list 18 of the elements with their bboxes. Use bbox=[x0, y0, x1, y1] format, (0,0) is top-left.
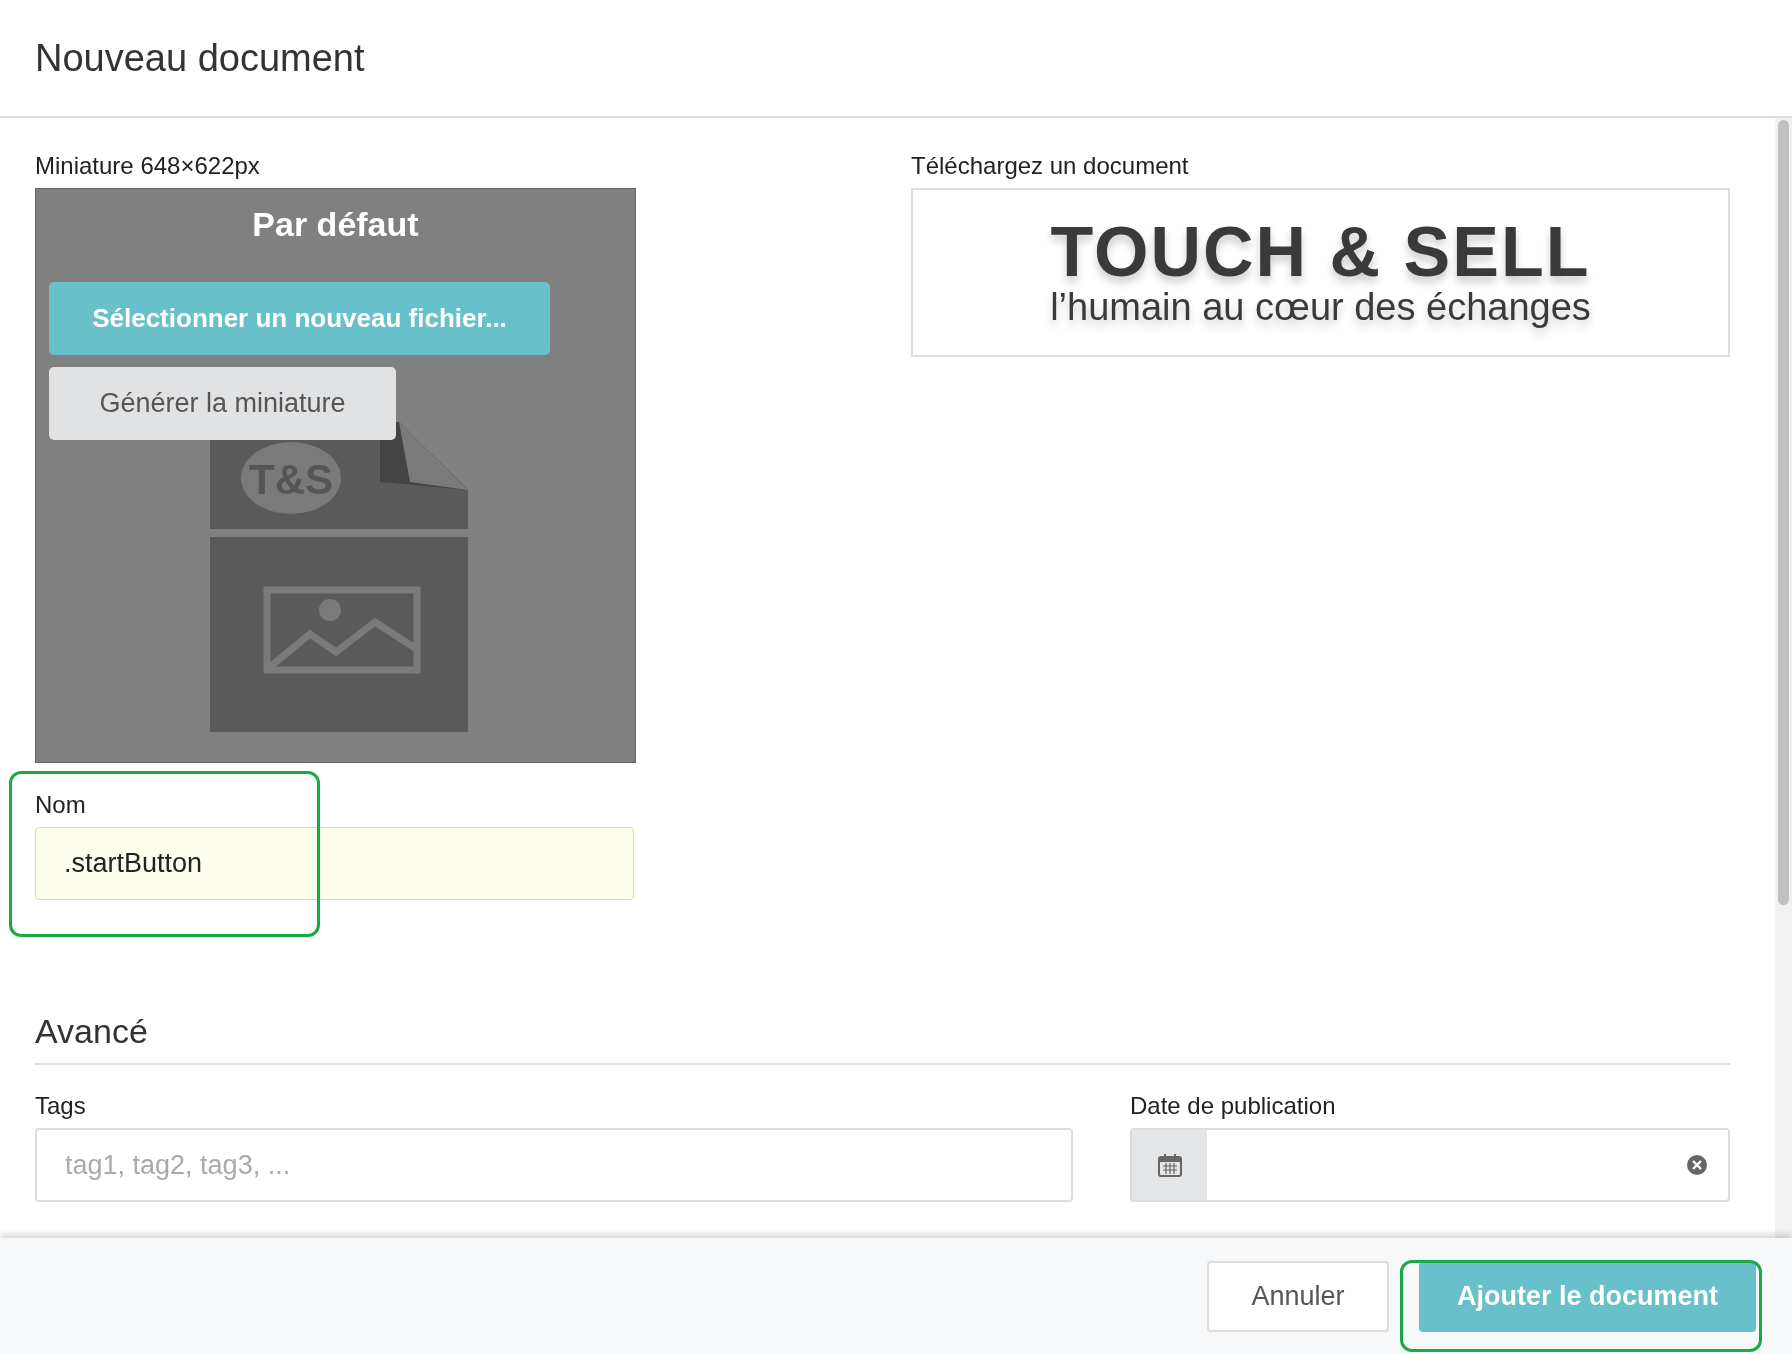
generate-thumbnail-button[interactable]: Générer la miniature bbox=[49, 367, 396, 440]
name-input[interactable]: .startButton bbox=[35, 827, 634, 900]
logo-title: TOUCH & SELL bbox=[1050, 216, 1591, 287]
field-label: Téléchargez un document bbox=[911, 152, 1190, 180]
thumbnail-caption: Par défaut bbox=[252, 205, 419, 244]
field-label: Tags bbox=[35, 1092, 87, 1120]
field-label: Nom bbox=[35, 791, 87, 819]
logo-tagline: l’humain au cœur des échanges bbox=[1050, 286, 1591, 329]
field-label: Date de publication bbox=[1130, 1092, 1337, 1120]
tags-input[interactable]: tag1, tag2, tag3, ... bbox=[35, 1128, 1073, 1202]
date-input[interactable] bbox=[1130, 1128, 1730, 1202]
cancel-button[interactable]: Annuler bbox=[1207, 1260, 1389, 1332]
scrollbar[interactable] bbox=[1775, 118, 1792, 1238]
section-heading: Avancé bbox=[35, 1012, 1730, 1065]
dialog-title: Nouveau document bbox=[35, 36, 365, 80]
calendar-icon[interactable] bbox=[1132, 1130, 1207, 1200]
field-label: Miniature 648×622px bbox=[35, 152, 261, 180]
clear-icon[interactable] bbox=[1686, 1154, 1708, 1176]
